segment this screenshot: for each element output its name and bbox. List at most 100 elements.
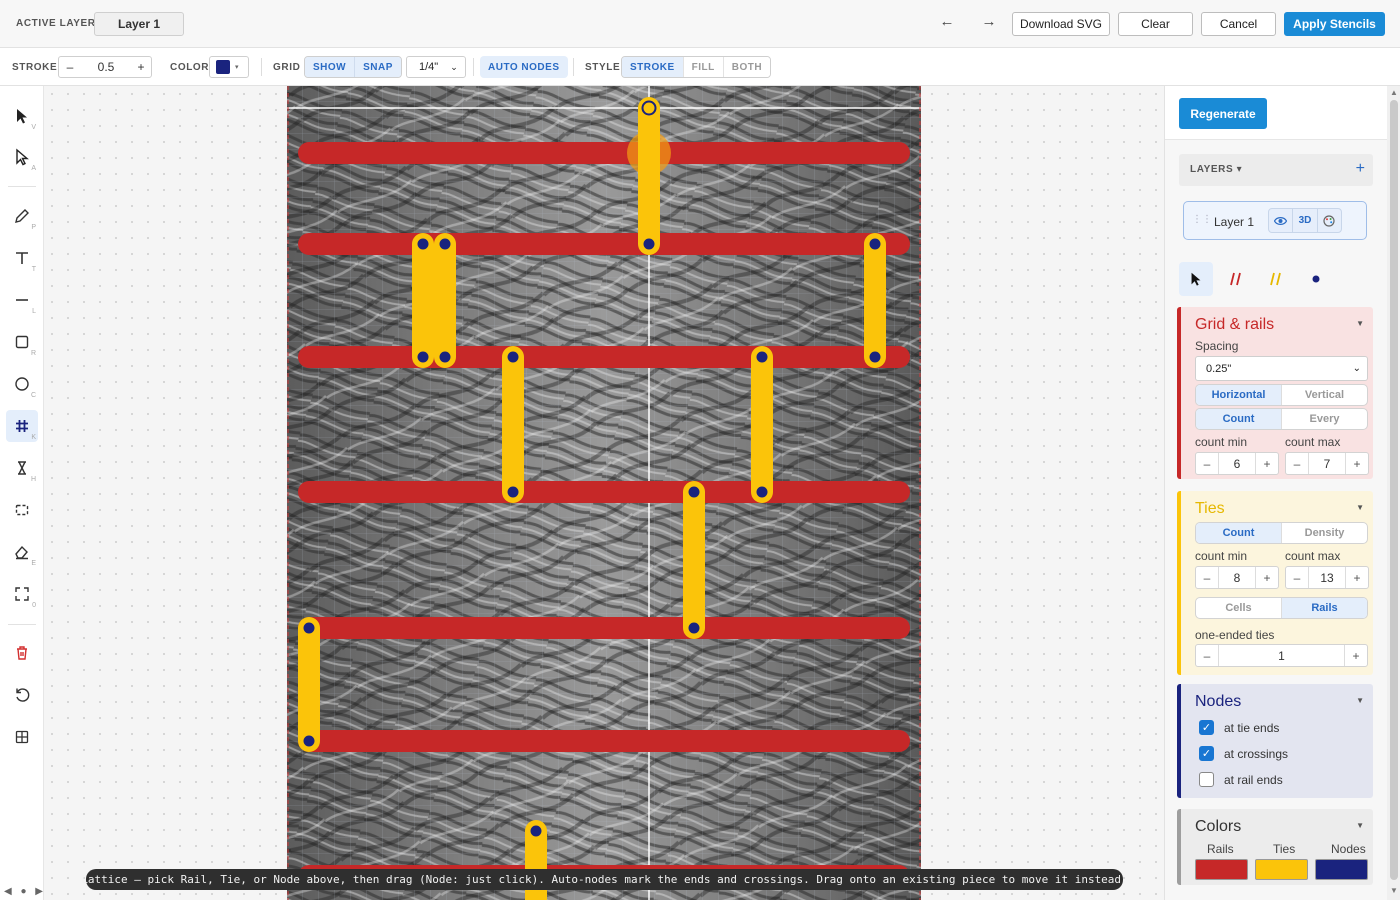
canvas[interactable]: Lattice — pick Rail, Tie, or Node above,…	[44, 86, 1164, 900]
style-both-toggle[interactable]: BOTH	[722, 57, 771, 77]
text-tool[interactable]: T	[6, 242, 38, 274]
decrement-button[interactable]: –	[1286, 453, 1308, 474]
tie-scope-rails[interactable]: Rails	[1281, 598, 1367, 618]
checkbox-at-tie-ends[interactable]: ✓ at tie ends	[1199, 720, 1279, 735]
rail-count-min-stepper[interactable]: – 6 +	[1195, 452, 1279, 475]
check-icon[interactable]: ✓	[1199, 720, 1214, 735]
lattice-tool[interactable]: K	[6, 410, 38, 442]
checkbox-at-crossings[interactable]: ✓ at crossings	[1199, 746, 1288, 761]
orientation-horizontal[interactable]: Horizontal	[1196, 385, 1281, 405]
pen-tool[interactable]: P	[6, 200, 38, 232]
chevron-down-icon[interactable]: ▼	[1356, 319, 1364, 328]
chevron-down-icon[interactable]: ▼	[1356, 821, 1364, 830]
rectangle-tool[interactable]: R	[6, 326, 38, 358]
download-svg-button[interactable]: Download SVG	[1012, 12, 1110, 36]
node[interactable]	[686, 620, 702, 636]
tie-count-max-stepper[interactable]: – 13 +	[1285, 566, 1369, 589]
auto-nodes-toggle[interactable]: AUTO NODES	[480, 56, 568, 78]
spacing-select[interactable]: 0.25" ⌄	[1195, 356, 1368, 381]
tie-mode-density[interactable]: Density	[1281, 523, 1367, 543]
grid-show-toggle[interactable]: SHOW	[305, 57, 355, 77]
scroll-down-icon[interactable]: ▼	[1390, 886, 1398, 895]
node[interactable]	[301, 620, 317, 636]
active-layer-select[interactable]: Layer 1	[94, 12, 184, 36]
rail-mode-every[interactable]: Every	[1281, 409, 1367, 429]
increment-button[interactable]: +	[1256, 453, 1278, 474]
tie-count-min-stepper[interactable]: – 8 +	[1195, 566, 1279, 589]
increment-button[interactable]: +	[1346, 567, 1368, 588]
panel-scrollbar[interactable]: ▲ ▼	[1387, 86, 1400, 900]
node[interactable]	[867, 236, 883, 252]
select-tool[interactable]: V	[6, 100, 38, 132]
node[interactable]	[415, 236, 431, 252]
reset-tool[interactable]	[6, 679, 38, 711]
tie-mode-count[interactable]: Count	[1196, 523, 1281, 543]
mode-select[interactable]	[1179, 262, 1213, 296]
node[interactable]	[528, 823, 544, 839]
eraser-tool[interactable]: E	[6, 536, 38, 568]
redo-icon[interactable]: →	[979, 13, 999, 30]
rail-count-max-value[interactable]: 7	[1308, 453, 1346, 474]
line-tool[interactable]: L	[6, 284, 38, 316]
node[interactable]	[754, 349, 770, 365]
node[interactable]	[437, 349, 453, 365]
rail-count-max-stepper[interactable]: – 7 +	[1285, 452, 1369, 475]
drag-handle-icon[interactable]: ⋮⋮	[1192, 214, 1212, 225]
undo-icon[interactable]: ←	[937, 13, 957, 30]
layer-3d-toggle[interactable]: 3D	[1292, 209, 1318, 232]
check-icon[interactable]: ✓	[1199, 746, 1214, 761]
node[interactable]	[686, 484, 702, 500]
mode-tie[interactable]	[1259, 262, 1293, 296]
orientation-vertical[interactable]: Vertical	[1281, 385, 1367, 405]
tie-count-min-value[interactable]: 8	[1218, 567, 1256, 588]
apply-stencils-button[interactable]: Apply Stencils	[1284, 12, 1385, 36]
ellipse-tool[interactable]: C	[6, 368, 38, 400]
node[interactable]	[754, 484, 770, 500]
decrement-button[interactable]: –	[1286, 567, 1308, 588]
eye-icon[interactable]	[1269, 209, 1292, 232]
page-nav[interactable]: ◀ ● ▶	[4, 886, 46, 897]
chevron-down-icon[interactable]: ▼	[1356, 503, 1364, 512]
hourglass-tool[interactable]: H	[6, 452, 38, 484]
node[interactable]	[641, 236, 657, 252]
increment-button[interactable]: +	[1256, 567, 1278, 588]
rail-count-min-value[interactable]: 6	[1218, 453, 1256, 474]
tie-scope-cells[interactable]: Cells	[1196, 598, 1281, 618]
ties-color-swatch[interactable]	[1255, 859, 1308, 880]
style-fill-toggle[interactable]: FILL	[682, 57, 723, 77]
grid-snap-toggle[interactable]: SNAP	[354, 57, 401, 77]
grid-size-select[interactable]: 1/4" ⌄	[406, 56, 466, 78]
delete-tool[interactable]	[6, 637, 38, 669]
node[interactable]	[505, 349, 521, 365]
increment-button[interactable]: +	[1346, 453, 1368, 474]
fit-view-tool[interactable]: 0	[6, 578, 38, 610]
style-stroke-toggle[interactable]: STROKE	[622, 57, 683, 77]
node[interactable]	[415, 349, 431, 365]
chevron-down-icon[interactable]: ▼	[1356, 696, 1364, 705]
node[interactable]	[437, 236, 453, 252]
stroke-minus-button[interactable]: –	[59, 57, 81, 77]
layer-row[interactable]: ⋮⋮ Layer 1 3D	[1183, 201, 1367, 240]
stroke-value[interactable]: 0.5	[81, 57, 131, 77]
lattice-drawing[interactable]	[287, 86, 921, 900]
palette-icon[interactable]	[1318, 209, 1341, 232]
frame-tool[interactable]	[6, 494, 38, 526]
clear-button[interactable]: Clear	[1118, 12, 1193, 36]
scrollbar-thumb[interactable]	[1390, 100, 1398, 880]
nodes-color-swatch[interactable]	[1315, 859, 1368, 880]
node[interactable]	[301, 733, 317, 749]
stroke-color-picker[interactable]: ▾	[209, 56, 249, 78]
stroke-stepper[interactable]: – 0.5 +	[58, 56, 152, 78]
checkbox-empty[interactable]	[1199, 772, 1214, 787]
node[interactable]	[505, 484, 521, 500]
stroke-plus-button[interactable]: +	[131, 57, 151, 77]
cancel-button[interactable]: Cancel	[1201, 12, 1276, 36]
layout-tool[interactable]	[6, 721, 38, 753]
direct-select-tool[interactable]: A	[6, 141, 38, 173]
one-ended-ties-value[interactable]: 1	[1218, 645, 1345, 666]
rails-color-swatch[interactable]	[1195, 859, 1248, 880]
add-layer-button[interactable]: +	[1356, 160, 1365, 178]
layers-header[interactable]: LAYERS ▾ +	[1179, 154, 1373, 186]
tie-count-max-value[interactable]: 13	[1308, 567, 1346, 588]
increment-button[interactable]: +	[1345, 645, 1367, 666]
